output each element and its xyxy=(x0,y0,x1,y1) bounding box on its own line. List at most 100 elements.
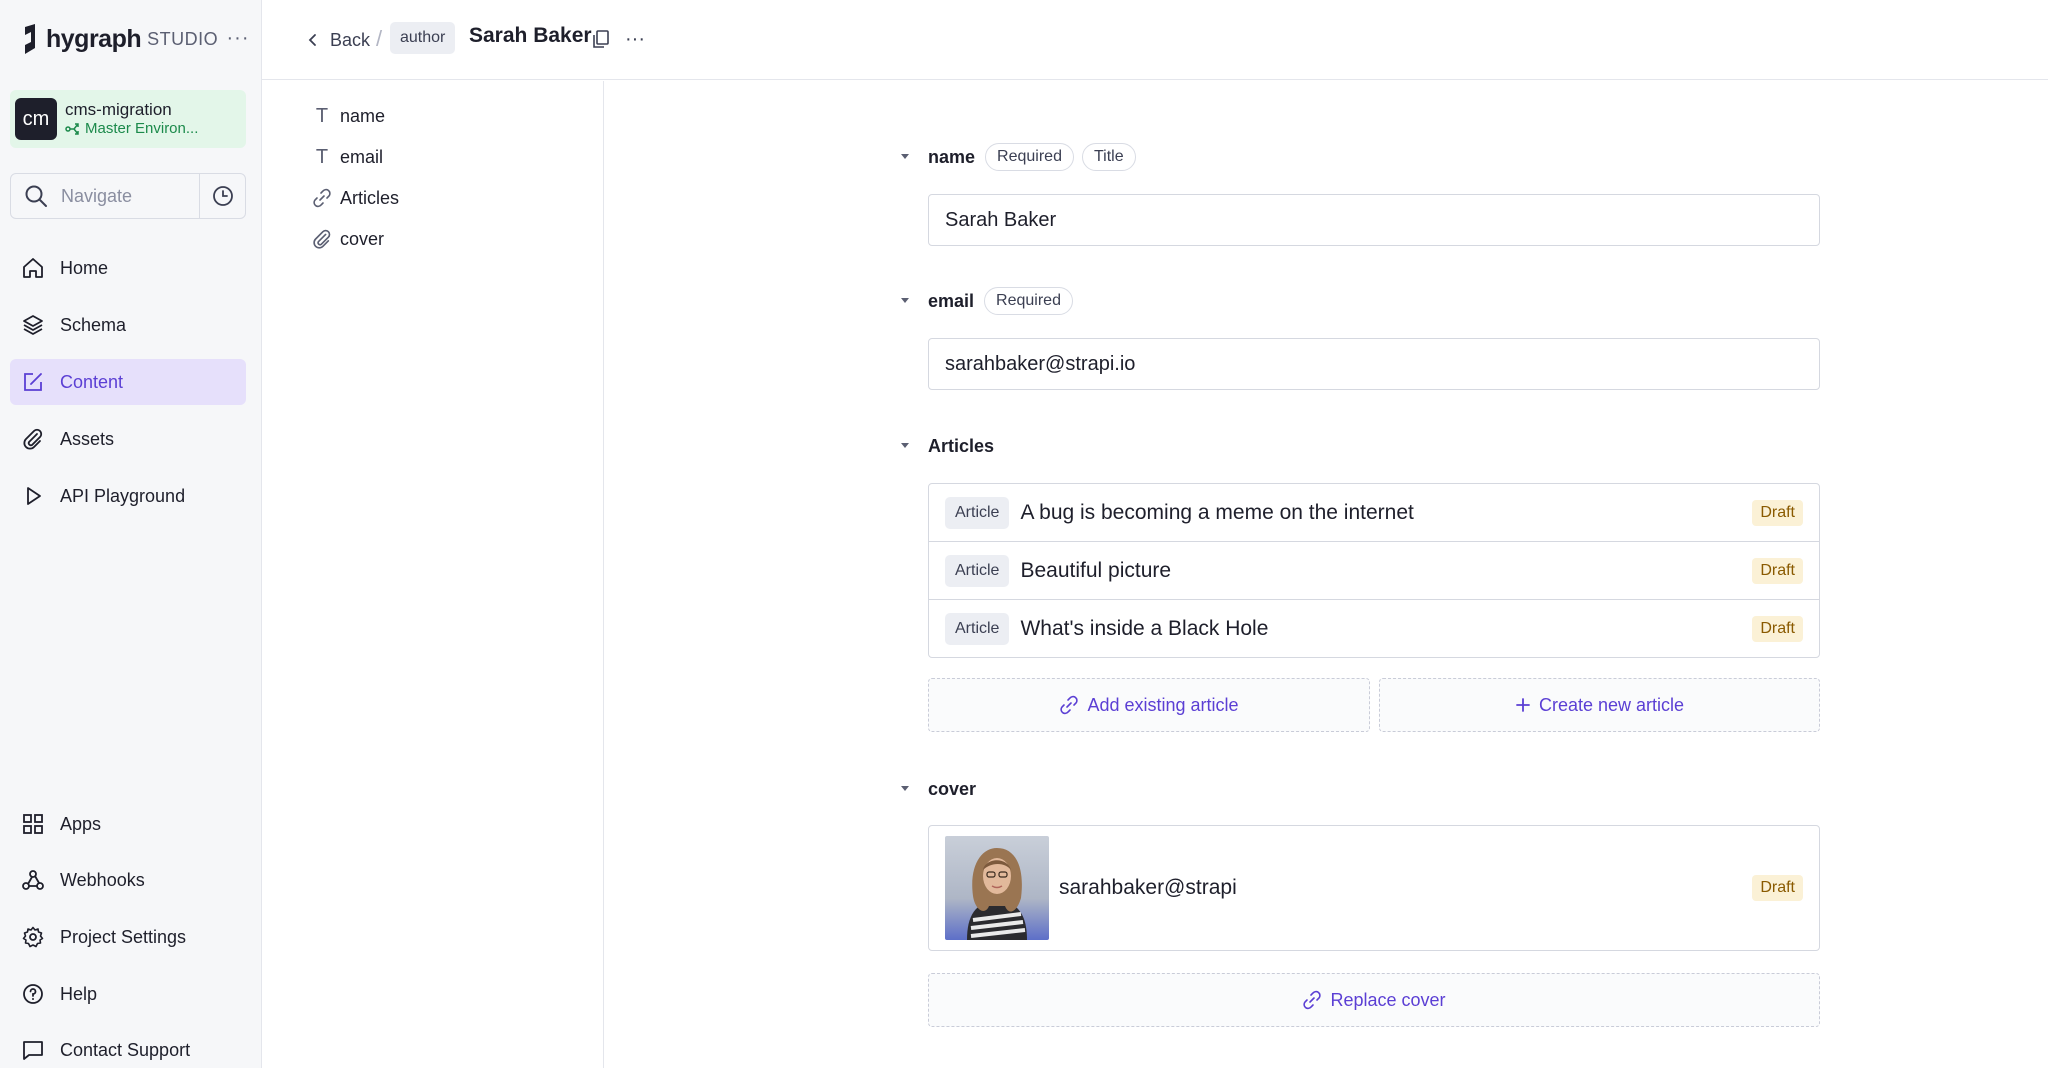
outline-item-articles[interactable]: Articles xyxy=(312,183,399,213)
brand-name: hygraph xyxy=(46,24,142,53)
hygraph-logo-icon xyxy=(25,24,35,54)
nav-content-label: Content xyxy=(60,371,124,392)
brand-more-icon[interactable]: ··· xyxy=(224,24,252,52)
sidebar: hygraph STUDIO ··· cm cms-migration Mast… xyxy=(0,0,262,1068)
status-badge: Draft xyxy=(1752,875,1803,901)
nav-home[interactable]: Home xyxy=(10,245,246,291)
replace-cover-label: Replace cover xyxy=(1330,989,1446,1010)
create-new-label: Create new article xyxy=(1538,694,1685,715)
nav-project-settings-label: Project Settings xyxy=(60,926,187,947)
collapse-caret-icon[interactable] xyxy=(900,298,910,304)
nav-help[interactable]: Help xyxy=(10,971,246,1017)
status-badge: Draft xyxy=(1752,499,1803,526)
link-icon xyxy=(1303,990,1322,1010)
required-tag: Required xyxy=(985,143,1074,171)
back-label: Back xyxy=(330,29,371,50)
model-type-badge: Article xyxy=(945,554,1010,587)
project-switcher[interactable]: cm cms-migration Master Environ... xyxy=(10,90,246,148)
asset-name: sarahbaker@strapi xyxy=(1059,876,1237,899)
field-header-articles: Articles xyxy=(900,430,1004,462)
text-field-icon: T xyxy=(315,145,329,168)
nav-assets-label: Assets xyxy=(60,428,115,449)
brand-logo[interactable]: hygraph STUDIO xyxy=(20,20,218,58)
model-type-badge: Article xyxy=(945,613,1010,645)
relation-title: Beautiful picture xyxy=(1020,558,1172,582)
nav-contact-support-label: Contact Support xyxy=(60,1039,191,1060)
copy-button[interactable] xyxy=(588,26,614,52)
field-label: cover xyxy=(928,778,977,799)
email-input[interactable] xyxy=(928,338,1820,390)
field-header-cover: cover xyxy=(900,773,986,805)
home-icon xyxy=(23,258,43,278)
outline-item-name[interactable]: T name xyxy=(312,101,385,131)
text-field-icon: T xyxy=(315,104,329,127)
relation-row[interactable]: Article A bug is becoming a meme on the … xyxy=(929,484,1819,542)
nav-assets[interactable]: Assets xyxy=(10,416,246,462)
model-type-badge: Article xyxy=(945,496,1010,529)
articles-relation-list: Article A bug is becoming a meme on the … xyxy=(928,483,1820,658)
entry-header: Back / author Sarah Baker ··· xyxy=(262,0,2048,80)
navigate-search xyxy=(10,173,246,219)
nav-webhooks[interactable]: Webhooks xyxy=(10,857,246,903)
nav-api-playground[interactable]: API Playground xyxy=(10,473,246,519)
outline-item-email[interactable]: T email xyxy=(312,142,383,172)
apps-grid-icon xyxy=(23,814,43,834)
page-title: Sarah Baker xyxy=(469,24,592,47)
paperclip-icon xyxy=(23,428,43,450)
project-name: cms-migration xyxy=(65,99,172,119)
name-input[interactable] xyxy=(928,194,1820,246)
field-outline: T name T email Articles cover xyxy=(262,81,604,1068)
field-label: name xyxy=(928,146,976,167)
outline-item-cover[interactable]: cover xyxy=(312,224,384,254)
link-icon xyxy=(1060,695,1079,715)
collapse-caret-icon[interactable] xyxy=(900,443,910,449)
nav-help-label: Help xyxy=(60,983,98,1004)
brand-suffix: STUDIO xyxy=(147,28,219,49)
collapse-caret-icon[interactable] xyxy=(900,786,910,792)
help-icon xyxy=(23,984,43,1004)
replace-cover-button[interactable]: Replace cover xyxy=(928,973,1820,1027)
layers-icon xyxy=(23,315,43,335)
relation-row[interactable]: Article What's inside a Black Hole Draft xyxy=(929,600,1819,658)
cover-asset[interactable]: sarahbaker@strapi Draft xyxy=(928,825,1820,951)
nav-schema-label: Schema xyxy=(60,314,127,335)
environment-name: Master Environ... xyxy=(85,120,199,138)
play-icon xyxy=(27,487,41,505)
branch-icon xyxy=(65,123,79,135)
gear-icon xyxy=(22,926,44,948)
nav-project-settings[interactable]: Project Settings xyxy=(10,914,246,960)
copy-icon xyxy=(593,30,609,48)
add-existing-article-button[interactable]: Add existing article xyxy=(928,678,1370,732)
more-options-icon[interactable]: ··· xyxy=(620,26,650,52)
nav-apps[interactable]: Apps xyxy=(10,801,246,847)
relation-row[interactable]: Article Beautiful picture Draft xyxy=(929,542,1819,600)
navigate-input[interactable] xyxy=(61,185,195,207)
back-button[interactable]: Back xyxy=(304,26,370,54)
nav-content[interactable]: Content xyxy=(10,359,246,405)
outline-item-label: email xyxy=(340,146,384,167)
nav-schema[interactable]: Schema xyxy=(10,302,246,348)
relation-title: What's inside a Black Hole xyxy=(1020,617,1269,640)
model-badge[interactable]: author xyxy=(390,22,456,54)
nav-contact-support[interactable]: Contact Support xyxy=(10,1027,246,1068)
title-tag: Title xyxy=(1081,143,1136,171)
relation-title: A bug is becoming a meme on the internet xyxy=(1020,500,1414,524)
field-header-email: email Required xyxy=(900,285,1081,317)
plus-icon xyxy=(1516,698,1530,712)
outline-item-label: cover xyxy=(340,228,385,249)
asset-thumbnail xyxy=(945,836,1049,940)
outline-item-label: name xyxy=(340,105,386,126)
search-icon xyxy=(25,185,47,207)
edit-icon xyxy=(24,373,42,391)
history-button[interactable] xyxy=(199,174,245,218)
collapse-caret-icon[interactable] xyxy=(900,154,910,160)
create-new-article-button[interactable]: Create new article xyxy=(1379,678,1820,732)
chat-icon xyxy=(23,1041,43,1060)
chevron-left-icon xyxy=(308,34,316,46)
breadcrumb-separator: / xyxy=(376,26,383,51)
nav-apps-label: Apps xyxy=(60,813,102,834)
status-badge: Draft xyxy=(1752,616,1803,642)
required-tag: Required xyxy=(984,287,1073,315)
field-label: email xyxy=(928,290,975,311)
status-badge: Draft xyxy=(1752,557,1803,584)
